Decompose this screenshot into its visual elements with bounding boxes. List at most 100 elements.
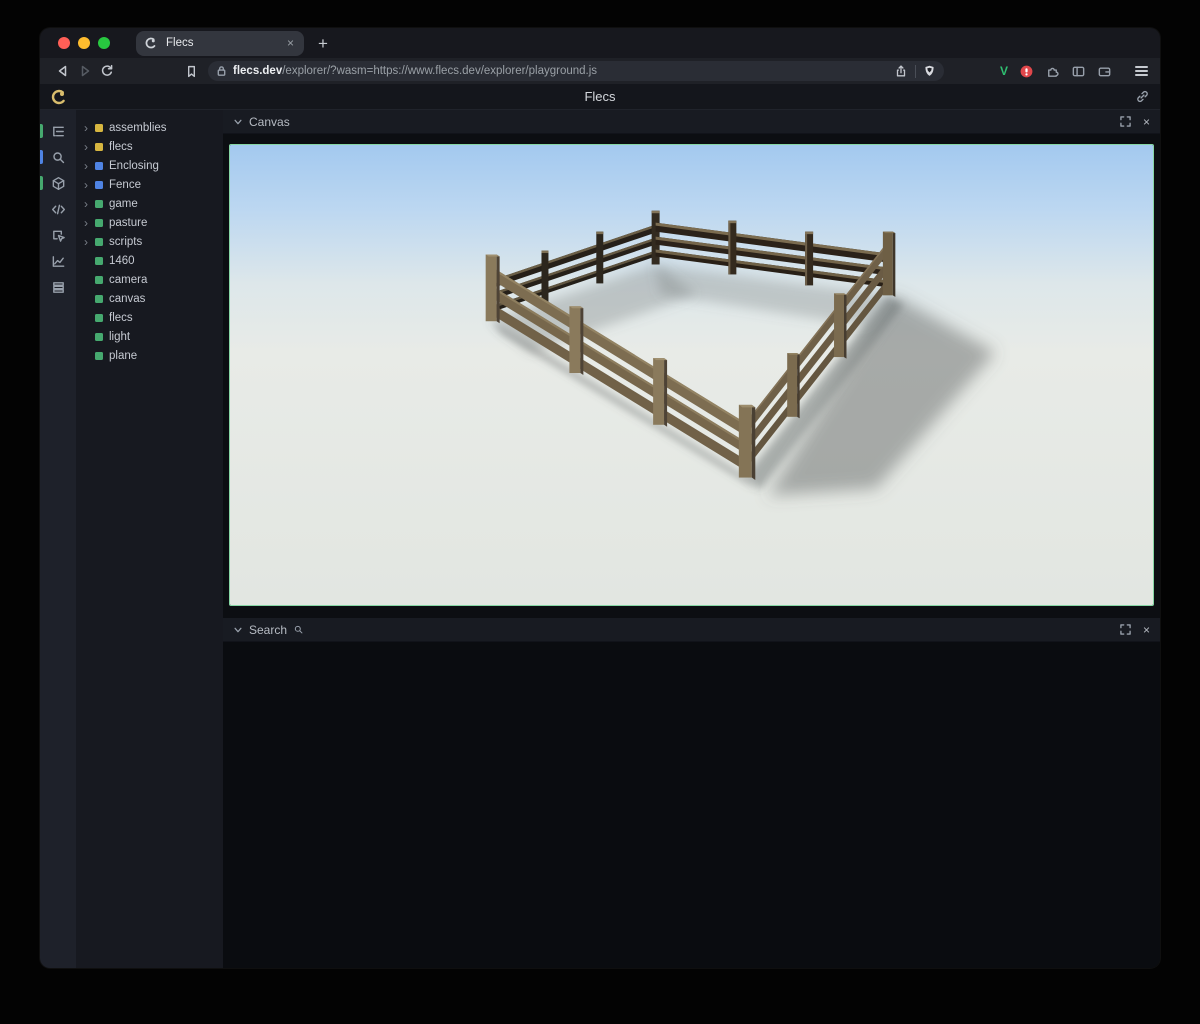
entity-label: canvas (109, 293, 145, 305)
entity-color-square (95, 238, 103, 246)
fence-3d-render (230, 145, 1153, 605)
share-link-icon[interactable] (1135, 89, 1150, 104)
tab-strip: Flecs × + (40, 28, 1160, 58)
tree-item[interactable]: flecs (84, 308, 223, 327)
tree-item[interactable]: › flecs (84, 137, 223, 156)
url-bar[interactable]: flecs.dev/explorer/?wasm=https://www.fle… (208, 61, 944, 81)
tree-item[interactable]: plane (84, 346, 223, 365)
extensions-group: V (1000, 64, 1148, 79)
sidebar-toggle-icon[interactable] (1071, 64, 1086, 79)
page-title: Flecs (40, 89, 1160, 104)
tree-item[interactable]: › Enclosing (84, 156, 223, 175)
bookmark-icon[interactable] (180, 61, 202, 81)
entity-label: scripts (109, 236, 142, 248)
search-panel-body[interactable] (223, 642, 1160, 968)
tab-close-icon[interactable]: × (285, 36, 296, 50)
rail-search-icon[interactable] (40, 144, 76, 170)
tree-item[interactable]: camera (84, 270, 223, 289)
canvas-3d-viewport[interactable] (229, 144, 1154, 606)
url-host: flecs.dev (233, 65, 282, 77)
extension-red-icon[interactable] (1019, 64, 1034, 79)
expand-arrow-icon[interactable]: › (84, 122, 95, 134)
collapse-chevron-icon[interactable] (233, 625, 243, 635)
tree-item[interactable]: › Fence (84, 175, 223, 194)
entity-color-square (95, 333, 103, 341)
expand-arrow-icon[interactable]: › (84, 236, 95, 248)
entity-tree-panel: › assemblies › flecs › Enclosing (76, 110, 223, 968)
share-icon[interactable] (894, 64, 908, 78)
entity-color-square (95, 143, 103, 151)
entity-color-square (95, 181, 103, 189)
traffic-lights (40, 37, 124, 49)
entity-label: flecs (109, 141, 133, 153)
flecs-favicon (144, 36, 158, 50)
tree-item[interactable]: › pasture (84, 213, 223, 232)
entity-color-square (95, 276, 103, 284)
extensions-puzzle-icon[interactable] (1045, 64, 1060, 79)
entity-label: 1460 (109, 255, 135, 267)
search-panel-header: Search × (223, 618, 1160, 642)
entity-label: camera (109, 274, 147, 286)
url-path: /explorer/?wasm=https://www.flecs.dev/ex… (282, 65, 597, 77)
entity-label: Enclosing (109, 160, 159, 172)
browser-tab[interactable]: Flecs × (136, 31, 304, 56)
browser-window: Flecs × + flecs.dev/explorer/?wasm=https… (40, 28, 1160, 968)
entity-color-square (95, 295, 103, 303)
rail-cube-3d-icon[interactable] (40, 170, 76, 196)
active-indicator (40, 176, 43, 190)
forward-button[interactable] (74, 61, 96, 81)
fullscreen-icon[interactable] (1120, 624, 1131, 635)
divider (915, 65, 916, 78)
expand-arrow-icon[interactable]: › (84, 217, 95, 229)
expand-arrow-icon[interactable]: › (84, 141, 95, 153)
rail-inspector-icon[interactable] (40, 222, 76, 248)
rail-entity-tree-icon[interactable] (40, 118, 76, 144)
browser-toolbar: flecs.dev/explorer/?wasm=https://www.fle… (40, 58, 1160, 84)
active-indicator (40, 150, 43, 164)
tree-item[interactable]: 1460 (84, 251, 223, 270)
close-window-button[interactable] (58, 37, 70, 49)
tree-item[interactable]: › scripts (84, 232, 223, 251)
zoom-window-button[interactable] (98, 37, 110, 49)
canvas-panel-title: Canvas (249, 115, 290, 129)
rail-code-icon[interactable] (40, 196, 76, 222)
expand-arrow-icon[interactable]: › (84, 179, 95, 191)
menu-icon[interactable] (1135, 66, 1148, 76)
entity-label: pasture (109, 217, 147, 229)
entity-label: plane (109, 350, 137, 362)
expand-arrow-icon[interactable]: › (84, 198, 95, 210)
entity-color-square (95, 314, 103, 322)
expand-arrow-icon[interactable]: › (84, 160, 95, 172)
entity-label: assemblies (109, 122, 167, 134)
reload-button[interactable] (96, 61, 118, 81)
rail-tables-icon[interactable] (40, 274, 76, 300)
entity-color-square (95, 124, 103, 132)
collapse-chevron-icon[interactable] (233, 117, 243, 127)
back-button[interactable] (52, 61, 74, 81)
entity-color-square (95, 352, 103, 360)
entity-color-square (95, 200, 103, 208)
entity-label: game (109, 198, 138, 210)
icon-rail (40, 110, 76, 968)
new-tab-button[interactable]: + (318, 35, 328, 52)
extension-v-icon[interactable]: V (1000, 64, 1008, 78)
main-area: Canvas × (223, 110, 1160, 968)
tree-item[interactable]: › assemblies (84, 118, 223, 137)
close-panel-icon[interactable]: × (1143, 116, 1150, 128)
fullscreen-icon[interactable] (1120, 116, 1131, 127)
search-magnifier-icon (293, 624, 304, 635)
brave-shield-icon[interactable] (923, 64, 936, 78)
search-panel-title: Search (249, 623, 287, 637)
app-header: Flecs (40, 84, 1160, 110)
close-panel-icon[interactable]: × (1143, 624, 1150, 636)
wallet-icon[interactable] (1097, 64, 1112, 79)
tree-item[interactable]: canvas (84, 289, 223, 308)
minimize-window-button[interactable] (78, 37, 90, 49)
entity-color-square (95, 257, 103, 265)
entity-label: flecs (109, 312, 133, 324)
active-indicator (40, 124, 43, 138)
entity-color-square (95, 219, 103, 227)
tree-item[interactable]: › game (84, 194, 223, 213)
tree-item[interactable]: light (84, 327, 223, 346)
rail-statistics-icon[interactable] (40, 248, 76, 274)
